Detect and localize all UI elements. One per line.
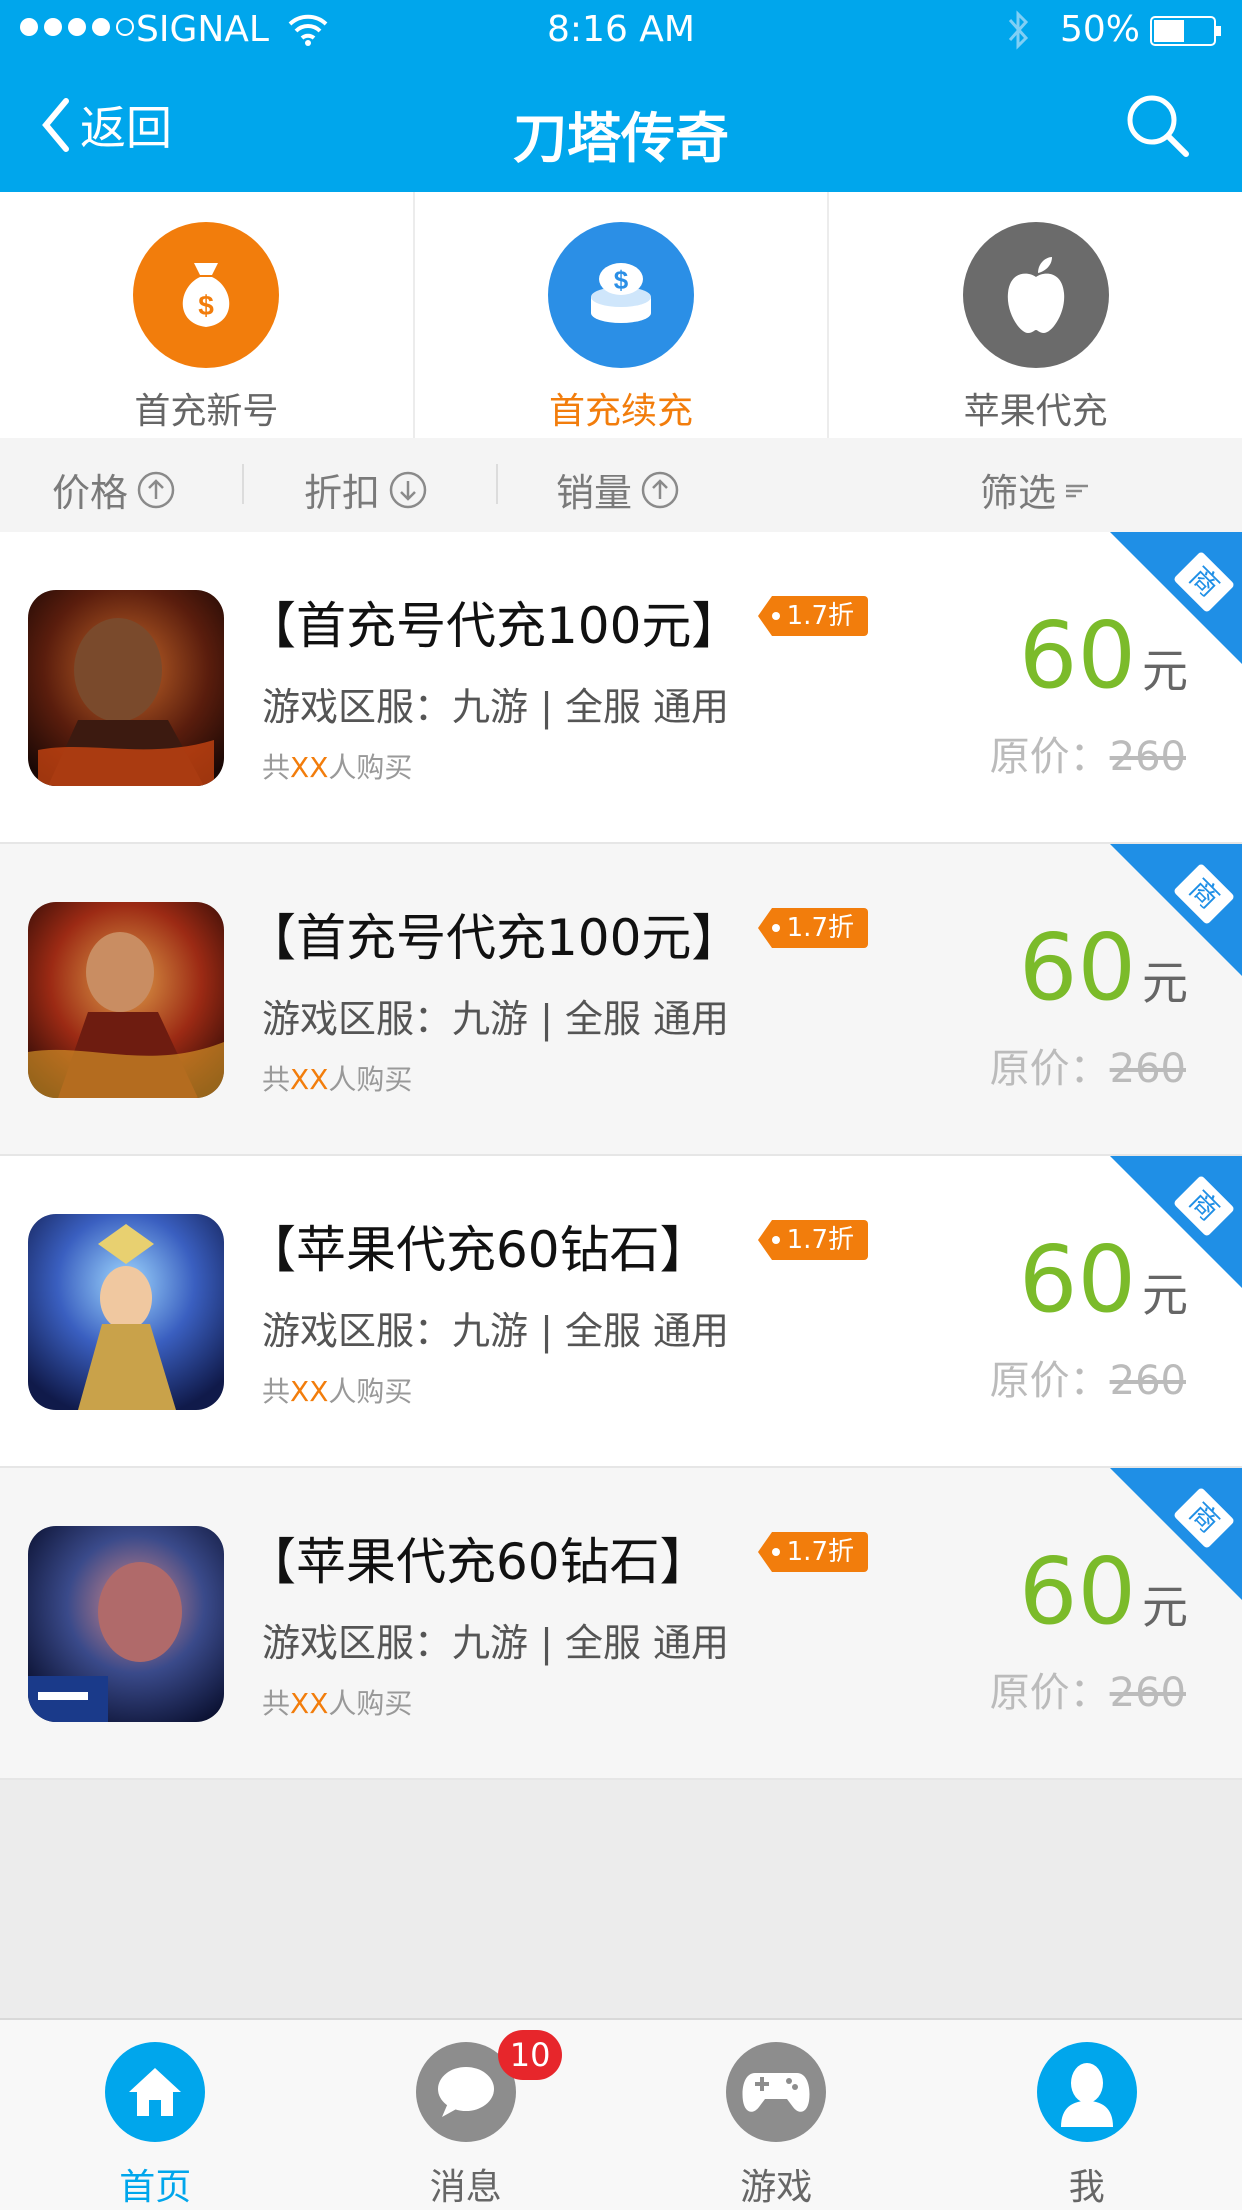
user-icon: [1037, 2042, 1137, 2142]
original-price: 原价：260: [990, 1660, 1186, 1718]
product-item[interactable]: 【苹果代充60钻石】 1.7折 游戏区服：九游 | 全服 通用 共XX人购买 6…: [0, 1468, 1242, 1780]
original-price: 原价：260: [990, 724, 1186, 782]
discount-tag: 1.7折: [758, 596, 868, 636]
sort-label: 折扣: [304, 462, 380, 517]
status-bar: SIGNAL 8:16 AM 50%: [0, 0, 1242, 62]
filter-lines-icon: [1064, 478, 1090, 502]
sort-price[interactable]: 价格: [52, 462, 176, 517]
product-list: 【首充号代充100元】 1.7折 游戏区服：九游 | 全服 通用 共XX人购买 …: [0, 532, 1242, 1780]
tab-games[interactable]: 游戏: [621, 2020, 932, 2210]
svg-text:$: $: [614, 265, 629, 295]
coins-icon: $: [548, 222, 694, 368]
divider: [242, 464, 244, 504]
sort-label: 价格: [52, 462, 128, 517]
category-label: 首充续充: [549, 382, 693, 434]
product-name: 【首充号代充100元】: [246, 586, 741, 658]
gamepad-icon: [726, 2042, 826, 2142]
server-info: 游戏区服：九游 | 全服 通用: [262, 1300, 729, 1355]
status-time: 8:16 AM: [0, 9, 1242, 50]
category-tabs: $ 首充新号 $ 首充续充 苹果代充: [0, 192, 1242, 439]
product-item[interactable]: 【首充号代充100元】 1.7折 游戏区服：九游 | 全服 通用 共XX人购买 …: [0, 532, 1242, 844]
sort-sales[interactable]: 销量: [556, 462, 680, 517]
game-thumbnail: [28, 1214, 224, 1410]
battery-icon: [1150, 16, 1222, 46]
arrow-up-circle-icon: [640, 470, 680, 510]
game-thumbnail: [28, 1526, 224, 1722]
svg-text:$: $: [199, 290, 215, 321]
current-price: 60元: [1019, 1538, 1188, 1645]
category-label: 首充新号: [134, 382, 278, 434]
bluetooth-icon: [1006, 10, 1030, 50]
current-price: 60元: [1019, 1226, 1188, 1333]
game-thumbnail: [28, 902, 224, 1098]
original-price: 原价：260: [990, 1348, 1186, 1406]
category-first-recharge-renew[interactable]: $ 首充续充: [413, 192, 828, 438]
current-price: 60元: [1019, 602, 1188, 709]
buyer-count: 共XX人购买: [262, 746, 412, 786]
product-item[interactable]: 【苹果代充60钻石】 1.7折 游戏区服：九游 | 全服 通用 共XX人购买 6…: [0, 1156, 1242, 1468]
sort-bar: 价格 折扣 销量 筛选: [0, 438, 1242, 533]
product-name: 【首充号代充100元】: [246, 898, 741, 970]
search-icon[interactable]: [1124, 92, 1190, 158]
server-info: 游戏区服：九游 | 全服 通用: [262, 676, 729, 731]
tab-messages[interactable]: 消息 10: [311, 2020, 622, 2210]
tab-label: 我: [1069, 2158, 1105, 2210]
category-first-recharge-new[interactable]: $ 首充新号: [0, 192, 413, 438]
discount-tag: 1.7折: [758, 1532, 868, 1572]
tab-profile[interactable]: 我: [932, 2020, 1242, 2210]
money-bag-icon: $: [133, 222, 279, 368]
tab-label: 消息: [430, 2158, 502, 2210]
buyer-count: 共XX人购买: [262, 1370, 412, 1410]
page-title: 刀塔传奇: [0, 94, 1242, 173]
sort-label: 销量: [556, 462, 632, 517]
current-price: 60元: [1019, 914, 1188, 1021]
arrow-up-circle-icon: [136, 470, 176, 510]
filter-button[interactable]: 筛选: [980, 462, 1090, 517]
tab-home[interactable]: 首页: [0, 2020, 311, 2210]
sort-label: 筛选: [980, 462, 1056, 517]
discount-tag: 1.7折: [758, 908, 868, 948]
server-info: 游戏区服：九游 | 全服 通用: [262, 1612, 729, 1667]
divider: [496, 464, 498, 504]
original-price: 原价：260: [990, 1036, 1186, 1094]
tab-label: 首页: [119, 2158, 191, 2210]
product-name: 【苹果代充60钻石】: [246, 1210, 710, 1282]
category-apple-recharge[interactable]: 苹果代充: [827, 192, 1242, 438]
product-item[interactable]: 【首充号代充100元】 1.7折 游戏区服：九游 | 全服 通用 共XX人购买 …: [0, 844, 1242, 1156]
battery-percent: 50%: [1060, 9, 1140, 50]
buyer-count: 共XX人购买: [262, 1682, 412, 1722]
nav-header: 返回 刀塔传奇: [0, 62, 1242, 192]
discount-tag: 1.7折: [758, 1220, 868, 1260]
buyer-count: 共XX人购买: [262, 1058, 412, 1098]
server-info: 游戏区服：九游 | 全服 通用: [262, 988, 729, 1043]
category-label: 苹果代充: [964, 382, 1108, 434]
product-name: 【苹果代充60钻石】: [246, 1522, 710, 1594]
apple-icon: [963, 222, 1109, 368]
game-thumbnail: [28, 590, 224, 786]
arrow-down-circle-icon: [388, 470, 428, 510]
unread-badge: 10: [498, 2030, 563, 2080]
home-icon: [105, 2042, 205, 2142]
bottom-tab-bar: 首页 消息 10 游戏 我: [0, 2018, 1242, 2210]
sort-discount[interactable]: 折扣: [304, 462, 428, 517]
tab-label: 游戏: [740, 2158, 812, 2210]
